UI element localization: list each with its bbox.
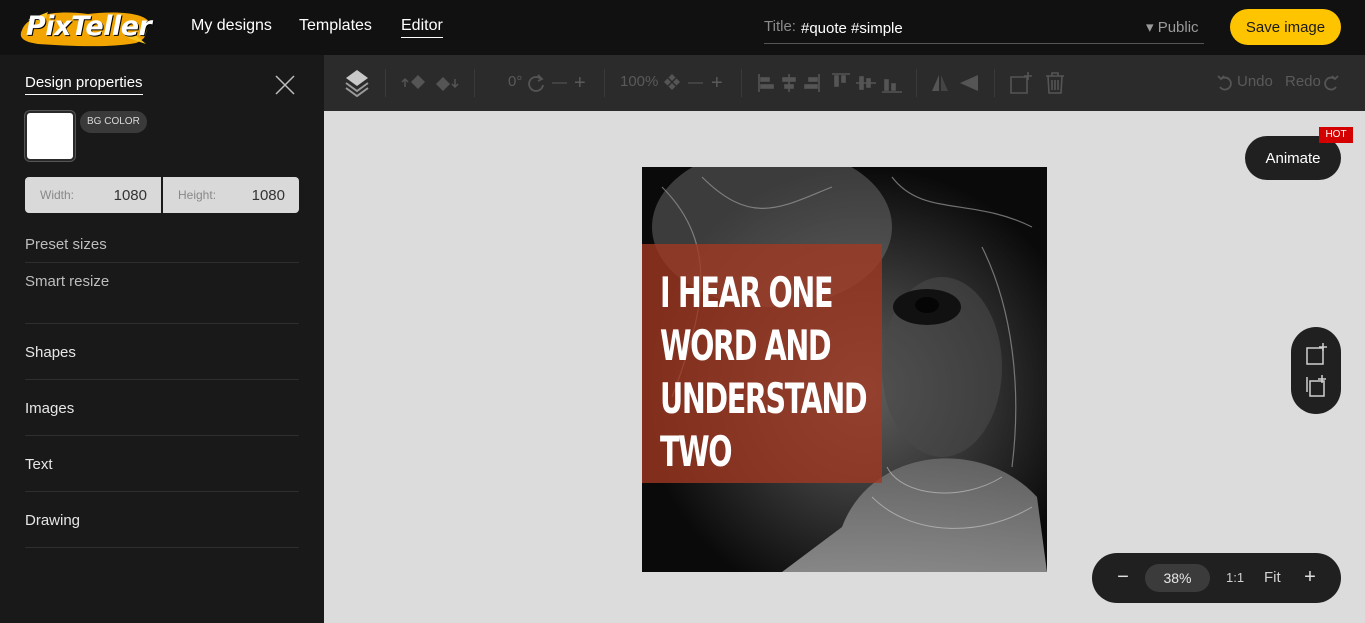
quote-line: WORD AND	[660, 321, 832, 370]
zoom-fit[interactable]: Fit	[1264, 569, 1281, 586]
divider	[25, 547, 299, 548]
quote-line: I HEAR ONE	[660, 268, 833, 317]
visibility-dropdown[interactable]: ▾ Public	[1146, 18, 1199, 36]
zoom-out-icon[interactable]: −	[1111, 565, 1135, 589]
zoom-controls: − 38% 1:1 Fit +	[1092, 553, 1341, 603]
dimension-inputs: Width: Height:	[25, 177, 299, 213]
duplicate-icon[interactable]	[1008, 71, 1034, 95]
quote-text-box[interactable]: I HEAR ONE WORD AND UNDERSTAND TWO	[642, 244, 882, 483]
nav-templates[interactable]: Templates	[299, 17, 372, 35]
quote-line: UNDERSTAND	[660, 374, 868, 423]
zoom-actual-size[interactable]: 1:1	[1226, 570, 1244, 585]
divider	[25, 379, 299, 380]
toolbar-divider	[994, 69, 995, 97]
duplicate-page-icon[interactable]	[1305, 374, 1329, 398]
side-tools	[1291, 327, 1341, 414]
panel-title: Design properties	[25, 74, 143, 95]
section-images[interactable]: Images	[25, 400, 74, 417]
width-label: Width:	[40, 188, 75, 202]
section-shapes[interactable]: Shapes	[25, 344, 76, 361]
opacity-decrease-icon[interactable]: —	[688, 71, 703, 95]
divider	[25, 491, 299, 492]
save-image-button[interactable]: Save image	[1230, 9, 1341, 45]
toolbar-divider	[741, 69, 742, 97]
quote-text[interactable]: I HEAR ONE WORD AND UNDERSTAND TWO	[660, 266, 878, 478]
opacity-increase-icon[interactable]: +	[711, 71, 723, 95]
toolbar-divider	[474, 69, 475, 97]
bg-color-label[interactable]: BG COLOR	[80, 111, 147, 133]
redo-label[interactable]: Redo	[1285, 73, 1321, 90]
logo-text: PixTeller	[26, 11, 152, 42]
add-page-icon[interactable]	[1305, 342, 1329, 366]
pixteller-logo[interactable]: PixTeller	[18, 6, 152, 50]
toolbar-divider	[604, 69, 605, 97]
redo-icon[interactable]	[1324, 71, 1340, 95]
divider	[25, 323, 299, 324]
section-drawing[interactable]: Drawing	[25, 512, 80, 529]
bg-color-swatch[interactable]	[24, 110, 76, 162]
quote-line: TWO	[660, 427, 733, 476]
section-text[interactable]: Text	[25, 456, 53, 473]
title-input[interactable]	[801, 16, 1131, 40]
flip-horizontal-icon[interactable]	[930, 71, 950, 95]
undo-label[interactable]: Undo	[1237, 73, 1273, 90]
zoom-in-icon[interactable]: +	[1298, 565, 1322, 589]
align-tools-icons[interactable]	[756, 71, 906, 95]
divider	[25, 435, 299, 436]
trash-icon[interactable]	[1044, 71, 1066, 95]
preset-sizes-link[interactable]: Preset sizes	[25, 236, 107, 253]
height-label: Height:	[178, 188, 217, 202]
flip-vertical-icon[interactable]	[958, 71, 980, 95]
toolbar-divider	[916, 69, 917, 97]
title-label: Title:	[764, 18, 796, 35]
height-input[interactable]	[235, 185, 285, 205]
undo-icon[interactable]	[1216, 71, 1232, 95]
zoom-level[interactable]: 38%	[1145, 564, 1210, 592]
hot-badge: HOT	[1319, 127, 1353, 143]
nav-my-designs[interactable]: My designs	[191, 17, 272, 35]
transparency-icon[interactable]	[662, 71, 682, 95]
rotation-decrease-icon[interactable]: —	[552, 71, 567, 95]
layers-icon[interactable]	[344, 68, 370, 98]
design-title-field: Title:	[764, 16, 1204, 44]
opacity-value: 100%	[620, 73, 659, 90]
top-bar: PixTeller My designs Templates Editor Ti…	[0, 0, 1365, 55]
rotate-icon[interactable]	[526, 71, 546, 95]
divider	[25, 262, 299, 263]
width-input[interactable]	[97, 185, 147, 205]
close-icon[interactable]	[274, 74, 296, 96]
send-backward-icon[interactable]	[432, 71, 460, 95]
editor-toolbar: 0° — + 100% — + Undo Redo	[324, 55, 1365, 111]
rotation-increase-icon[interactable]: +	[574, 71, 586, 95]
bring-forward-icon[interactable]	[400, 71, 428, 95]
nav-editor[interactable]: Editor	[401, 17, 443, 38]
rotation-value: 0°	[508, 73, 523, 90]
smart-resize-link[interactable]: Smart resize	[25, 273, 109, 290]
toolbar-divider	[385, 69, 386, 97]
design-properties-panel: Design properties BG COLOR Width: Height…	[0, 55, 324, 623]
width-box: Width:	[25, 177, 161, 213]
height-box: Height:	[163, 177, 299, 213]
